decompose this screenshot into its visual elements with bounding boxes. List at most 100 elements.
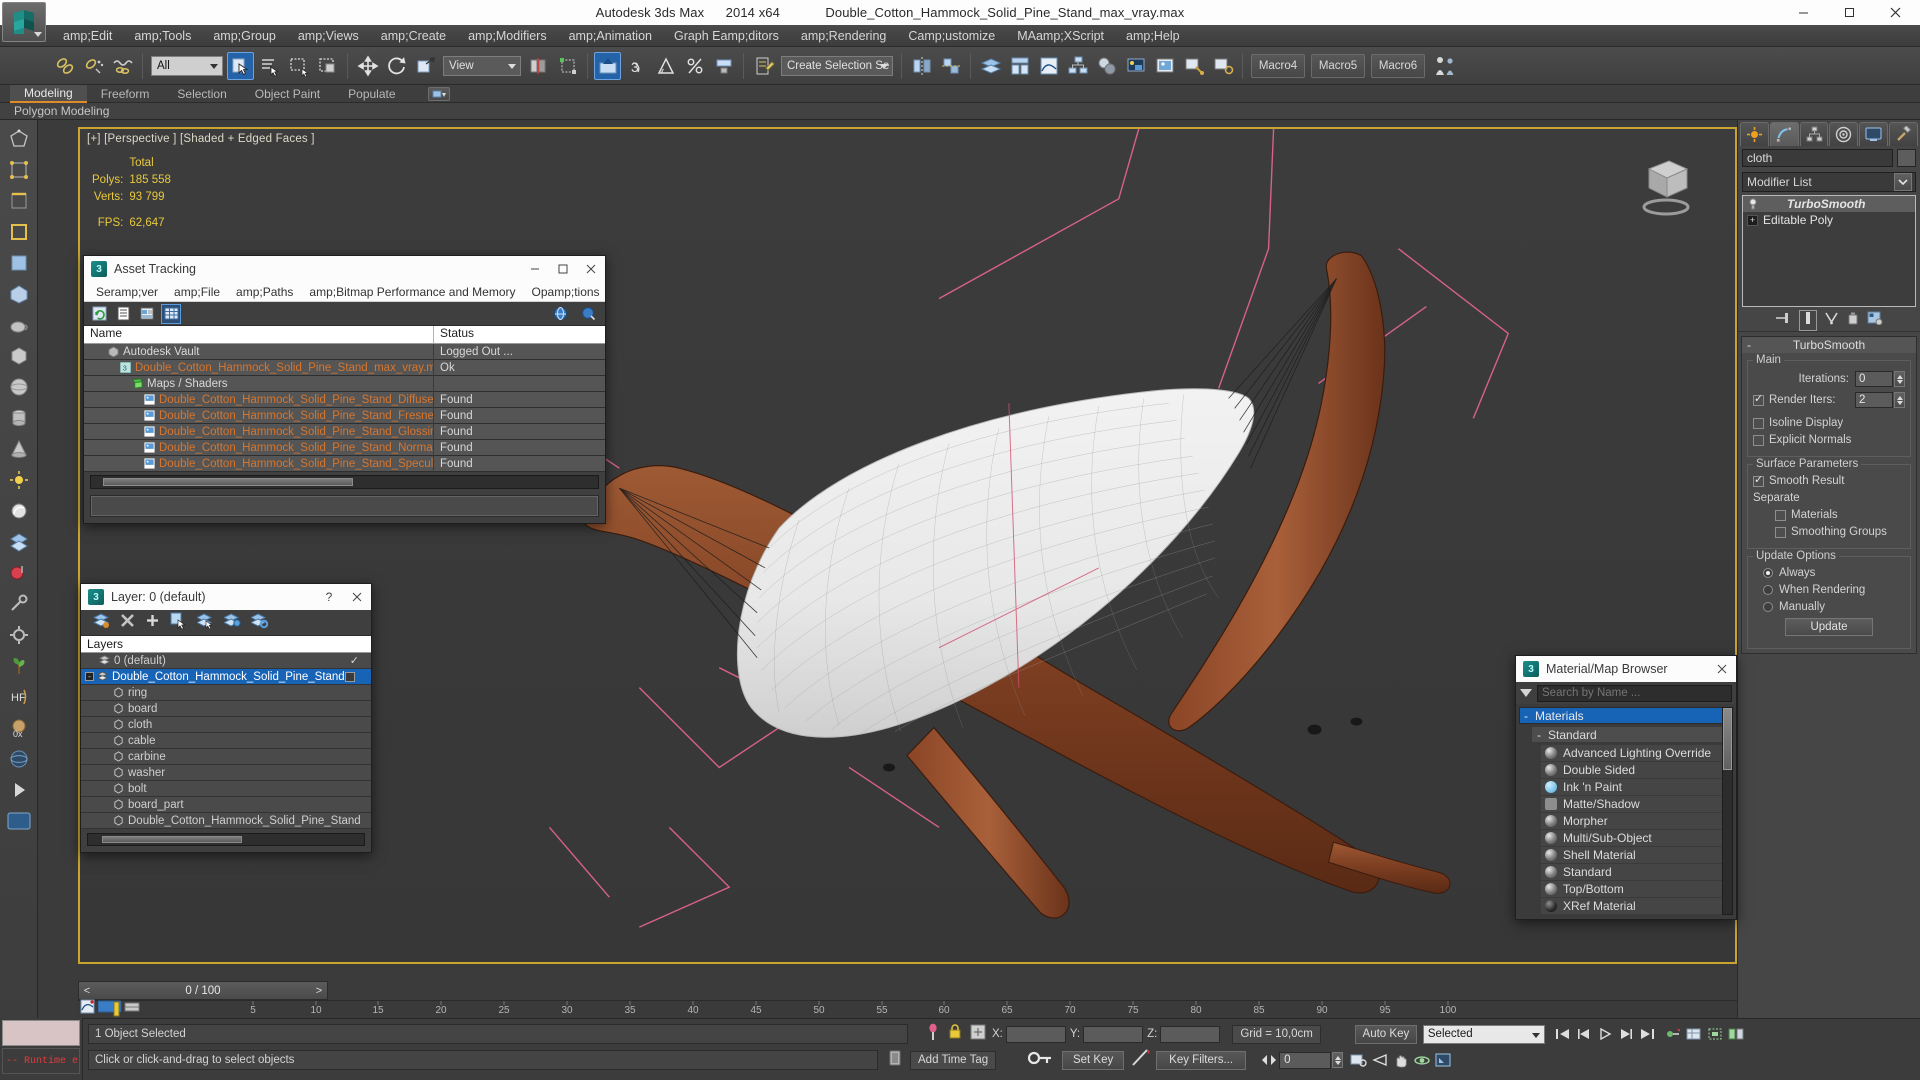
standard-subgroup-header[interactable]: - Standard xyxy=(1531,726,1733,743)
list-item[interactable]: - Double_Cotton_Hammock_Solid_Pine_Stand xyxy=(81,669,371,685)
chevron-down-icon[interactable] xyxy=(1894,173,1912,191)
table-row[interactable]: Autodesk Vault Logged Out ... xyxy=(84,343,605,360)
column-header-name[interactable]: Name xyxy=(84,326,434,343)
material-item[interactable]: Top/Bottom xyxy=(1541,881,1733,898)
track-bar[interactable]: 5 10 15 20 25 30 35 40 45 50 55 60 65 70 75 80 85 90… xyxy=(78,999,1737,1018)
material-item[interactable]: XRef Material xyxy=(1541,898,1733,915)
ribbon-options-dropdown[interactable] xyxy=(427,86,450,101)
update-when-rendering-radio[interactable] xyxy=(1763,585,1773,595)
key-mode-combo[interactable]: Selected xyxy=(1422,1024,1545,1044)
mirror-icon[interactable] xyxy=(908,52,935,80)
render-iters-checkbox[interactable] xyxy=(1753,392,1764,406)
layer-dialog-titlebar[interactable]: 3 Layer: 0 (default) ? xyxy=(81,584,371,610)
window-crossing-toggle-icon[interactable] xyxy=(314,52,341,80)
rail-cloth-icon[interactable]: 0x xyxy=(4,713,34,743)
bind-to-space-warp-icon[interactable] xyxy=(109,52,136,80)
rail-edge-icon[interactable] xyxy=(4,186,34,216)
unlink-selection-icon[interactable] xyxy=(80,52,107,80)
update-when-rendering-row[interactable]: When Rendering xyxy=(1753,584,1905,596)
rail-element-icon[interactable] xyxy=(4,279,34,309)
layer-manager-icon[interactable] xyxy=(977,52,1004,80)
application-menu-button[interactable] xyxy=(2,2,46,42)
time-configuration-icon[interactable] xyxy=(1684,1025,1705,1044)
time-slider-next[interactable]: > xyxy=(311,985,327,997)
select-and-rotate-icon[interactable] xyxy=(383,52,410,80)
tab-motion[interactable] xyxy=(1829,122,1859,146)
list-item[interactable]: board xyxy=(81,701,371,717)
angle-snap-toggle-icon[interactable]: 3 xyxy=(623,52,650,80)
modifier-list-dropdown[interactable]: Modifier List xyxy=(1742,172,1916,192)
next-frame-icon[interactable] xyxy=(1616,1025,1637,1044)
select-objects-in-layer-icon[interactable] xyxy=(170,612,187,634)
maximize-viewport-toggle-icon[interactable] xyxy=(1432,1051,1453,1070)
select-by-name-icon[interactable] xyxy=(256,52,283,80)
collapse-expander-icon[interactable]: - xyxy=(85,672,94,681)
material-item[interactable]: Matte/Shadow xyxy=(1541,796,1733,813)
explicit-normals-row[interactable]: Explicit Normals xyxy=(1753,434,1905,446)
select-and-link-icon[interactable] xyxy=(51,52,78,80)
time-slider[interactable]: < 0 / 100 > xyxy=(78,981,328,1000)
table-row[interactable]: Double_Cotton_Hammock_Solid_Pine_Stand_G… xyxy=(84,423,605,440)
menu-item-customize[interactable]: Camp;ustomize xyxy=(897,27,1006,45)
material-browser-close[interactable] xyxy=(1708,656,1736,682)
table-view-icon[interactable] xyxy=(161,303,181,324)
vault-options-icon[interactable] xyxy=(579,305,597,323)
scrollbar-thumb[interactable] xyxy=(102,836,242,843)
align-icon[interactable] xyxy=(937,52,964,80)
update-always-radio[interactable] xyxy=(1763,568,1773,578)
set-keys-diagonal-icon[interactable] xyxy=(1130,1048,1152,1073)
list-item[interactable]: board_part xyxy=(81,797,371,813)
rail-hair-icon[interactable]: HF xyxy=(4,682,34,712)
material-item[interactable]: Advanced Lighting Override xyxy=(1541,745,1733,762)
expand-icon[interactable]: + xyxy=(1747,214,1758,226)
asset-tracking-dialog[interactable]: 3 Asset Tracking Seramp;ver amp;File amp… xyxy=(83,255,606,524)
at-menu-file[interactable]: amp;File xyxy=(166,285,228,299)
select-and-move-icon[interactable] xyxy=(354,52,381,80)
minimize-button[interactable] xyxy=(1780,0,1826,25)
list-item[interactable]: ring xyxy=(81,685,371,701)
render-production-icon[interactable] xyxy=(1180,52,1207,80)
ribbon-tab-freeform[interactable]: Freeform xyxy=(87,85,164,103)
at-menu-options[interactable]: Opamp;tions xyxy=(524,285,608,299)
list-view-icon[interactable] xyxy=(114,305,132,323)
iterations-spinner[interactable] xyxy=(1894,371,1905,387)
rail-vertex-icon[interactable] xyxy=(4,155,34,185)
scrollbar-thumb[interactable] xyxy=(1723,708,1732,770)
zoom-region-icon[interactable] xyxy=(1348,1051,1369,1070)
zoom-extents-all-icon[interactable] xyxy=(1726,1025,1747,1044)
refresh-icon[interactable] xyxy=(90,305,108,323)
material-item[interactable]: Double Sided xyxy=(1541,762,1733,779)
rail-sphere-icon[interactable] xyxy=(4,372,34,402)
material-editor-icon[interactable] xyxy=(1093,52,1120,80)
smooth-result-checkbox[interactable] xyxy=(1753,473,1764,487)
search-input[interactable] xyxy=(1537,684,1732,702)
render-iterative-icon[interactable] xyxy=(1209,52,1236,80)
maximize-button[interactable] xyxy=(1826,0,1872,25)
material-item[interactable]: Shell Material xyxy=(1541,847,1733,864)
list-item[interactable]: bolt xyxy=(81,781,371,797)
materials-group-header[interactable]: - Materials xyxy=(1519,707,1733,724)
menu-item-edit[interactable]: amp;Edit xyxy=(52,27,123,45)
browser-options-dropdown-icon[interactable] xyxy=(1520,689,1532,697)
update-button[interactable]: Update xyxy=(1785,618,1873,636)
material-item[interactable]: Morpher xyxy=(1541,813,1733,830)
rollout-collapse-icon[interactable]: - xyxy=(1747,338,1751,352)
snaps-toggle-icon[interactable] xyxy=(594,51,621,80)
key-step-icon[interactable] xyxy=(1258,1051,1279,1070)
material-item[interactable]: Multi/Sub-Object xyxy=(1541,830,1733,847)
remove-modifier-icon[interactable] xyxy=(1846,311,1860,330)
rail-sphere2-icon[interactable] xyxy=(4,744,34,774)
rail-paint-icon[interactable] xyxy=(4,558,34,588)
view-cube[interactable] xyxy=(1629,151,1699,221)
macro-button-6[interactable]: Macro6 xyxy=(1371,53,1425,78)
edit-named-selection-sets-icon[interactable] xyxy=(750,52,777,80)
tab-display[interactable] xyxy=(1859,122,1889,146)
material-map-browser[interactable]: 3 Material/Map Browser - Materials - Sta… xyxy=(1515,655,1737,920)
object-name-field[interactable]: cloth xyxy=(1742,149,1893,167)
highlight-selected-objects-icon[interactable] xyxy=(195,612,214,634)
pan-view-icon[interactable] xyxy=(1390,1051,1411,1070)
material-browser-scrollbar[interactable] xyxy=(1722,707,1733,915)
group-collapse-icon[interactable]: - xyxy=(1524,709,1528,723)
menu-item-graph-editors[interactable]: Graph Eamp;ditors xyxy=(663,27,790,45)
viewport-label[interactable]: [+] [Perspective ] [Shaded + Edged Faces… xyxy=(87,133,315,145)
